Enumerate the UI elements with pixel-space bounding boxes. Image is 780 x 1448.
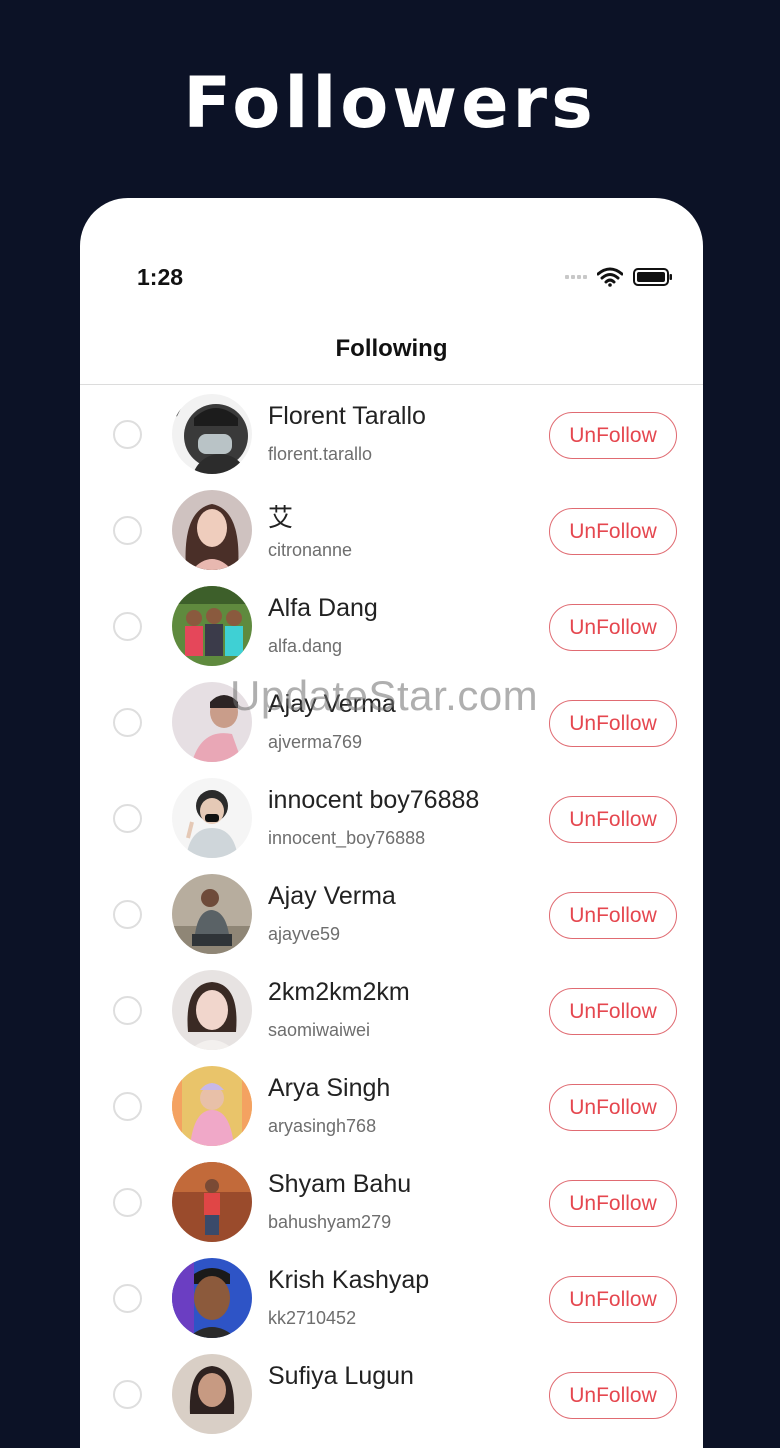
- phone-screen: 1:28 Following Florent Tarallo florent.t…: [80, 198, 703, 1448]
- list-item[interactable]: Arya Singh aryasingh768 UnFollow: [80, 1060, 703, 1156]
- unfollow-button[interactable]: UnFollow: [549, 1372, 677, 1419]
- list-item[interactable]: Sufiya Lugun UnFollow: [80, 1348, 703, 1444]
- unfollow-button[interactable]: UnFollow: [549, 604, 677, 651]
- list-item[interactable]: Krish Kashyap kk2710452 UnFollow: [80, 1252, 703, 1348]
- user-handle: aryasingh768: [268, 1116, 377, 1136]
- list-item[interactable]: Ajay Verma ajayve59 UnFollow: [80, 868, 703, 964]
- select-radio[interactable]: [113, 612, 142, 641]
- select-radio[interactable]: [113, 996, 142, 1025]
- unfollow-button[interactable]: UnFollow: [549, 412, 677, 459]
- select-radio[interactable]: [113, 1380, 142, 1409]
- select-radio[interactable]: [113, 1188, 142, 1217]
- user-name: Krish Kashyap: [268, 1266, 430, 1294]
- user-name: Ajay Verma: [268, 690, 396, 718]
- avatar[interactable]: [172, 778, 252, 858]
- user-handle: bahushyam279: [268, 1212, 392, 1232]
- status-time: 1:28: [137, 264, 184, 290]
- select-radio[interactable]: [113, 516, 142, 545]
- user-handle: innocent_boy76888: [268, 828, 426, 848]
- list-item[interactable]: 艾 citronanne UnFollow: [80, 484, 703, 580]
- select-radio[interactable]: [113, 708, 142, 737]
- user-name: 艾: [268, 504, 294, 532]
- list-item[interactable]: Florent Tarallo florent.tarallo UnFollow: [80, 388, 703, 484]
- select-radio[interactable]: [113, 1092, 142, 1121]
- following-list: Florent Tarallo florent.tarallo UnFollow…: [80, 388, 703, 1444]
- unfollow-button[interactable]: UnFollow: [549, 1180, 677, 1227]
- user-name: Shyam Bahu: [268, 1170, 412, 1198]
- unfollow-button[interactable]: UnFollow: [549, 508, 677, 555]
- select-radio[interactable]: [113, 420, 142, 449]
- user-handle: ajayve59: [268, 924, 341, 944]
- avatar[interactable]: [172, 1258, 252, 1338]
- unfollow-button[interactable]: UnFollow: [549, 700, 677, 747]
- select-radio[interactable]: [113, 804, 142, 833]
- user-handle: kk2710452: [268, 1308, 357, 1328]
- list-item[interactable]: Alfa Dang alfa.dang UnFollow: [80, 580, 703, 676]
- user-handle: saomiwaiwei: [268, 1020, 371, 1040]
- user-name: Alfa Dang: [268, 594, 378, 622]
- avatar[interactable]: [172, 1162, 252, 1242]
- list-item[interactable]: Ajay Verma ajverma769 UnFollow: [80, 676, 703, 772]
- signal-icon: [565, 275, 587, 279]
- unfollow-button[interactable]: UnFollow: [549, 892, 677, 939]
- status-icons: [565, 266, 673, 288]
- avatar[interactable]: [172, 874, 252, 954]
- list-item[interactable]: Shyam Bahu bahushyam279 UnFollow: [80, 1156, 703, 1252]
- user-handle: ajverma769: [268, 732, 363, 752]
- list-item[interactable]: 2km2km2km saomiwaiwei UnFollow: [80, 964, 703, 1060]
- user-name: innocent boy76888: [268, 786, 480, 814]
- avatar[interactable]: [172, 490, 252, 570]
- unfollow-button[interactable]: UnFollow: [549, 1276, 677, 1323]
- nav-title: Following: [335, 335, 448, 362]
- status-bar: 1:28: [80, 198, 703, 318]
- promo-title: Followers: [183, 62, 597, 144]
- user-handle: alfa.dang: [268, 636, 343, 656]
- user-name: Ajay Verma: [268, 882, 396, 910]
- select-radio[interactable]: [113, 900, 142, 929]
- unfollow-button[interactable]: UnFollow: [549, 988, 677, 1035]
- wifi-icon: [597, 267, 623, 287]
- list-item[interactable]: innocent boy76888 innocent_boy76888 UnFo…: [80, 772, 703, 868]
- avatar[interactable]: [172, 1066, 252, 1146]
- unfollow-button[interactable]: UnFollow: [549, 1084, 677, 1131]
- user-name: Arya Singh: [268, 1074, 391, 1102]
- select-radio[interactable]: [113, 1284, 142, 1313]
- avatar[interactable]: [172, 394, 252, 474]
- battery-icon: [633, 268, 672, 286]
- user-handle: florent.tarallo: [268, 444, 373, 464]
- unfollow-button[interactable]: UnFollow: [549, 796, 677, 843]
- avatar[interactable]: [172, 682, 252, 762]
- user-name: Florent Tarallo: [268, 402, 426, 430]
- avatar[interactable]: [172, 586, 252, 666]
- nav-divider: [80, 384, 703, 385]
- avatar[interactable]: [172, 970, 252, 1050]
- user-handle: citronanne: [268, 540, 353, 560]
- avatar[interactable]: [172, 1354, 252, 1434]
- user-name: 2km2km2km: [268, 978, 410, 1006]
